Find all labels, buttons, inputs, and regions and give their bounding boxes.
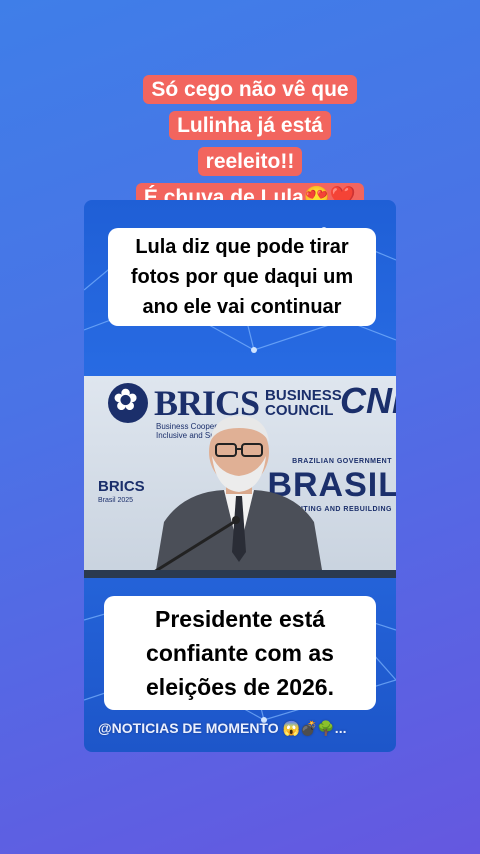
header-caption: Só cego não vê que Lulinha já está reele… — [122, 72, 378, 216]
caption-bubble-top: Lula diz que pode tirar fotos por que da… — [108, 228, 376, 326]
podium — [84, 570, 396, 578]
channel-watermark: @NOTICIAS DE MOMENTO 😱💣🌳... — [98, 720, 347, 736]
caption-line-1: Só cego não vê que — [143, 75, 357, 104]
speaker-figure — [154, 416, 324, 578]
caption-line-3: reeleito!! — [197, 147, 303, 176]
brics-small-logo: BRICS Brasil 2025 — [98, 478, 145, 504]
brics-flower-icon — [108, 383, 148, 423]
caption-bubble-bottom: Presidente está confiante com as eleiçõe… — [104, 596, 376, 710]
video-scene: BRICS BUSINESS COUNCIL Business Cooperat… — [84, 376, 396, 578]
caption-line-2: Lulinha já está — [169, 111, 331, 140]
cni-logo: CNI — [340, 380, 396, 421]
